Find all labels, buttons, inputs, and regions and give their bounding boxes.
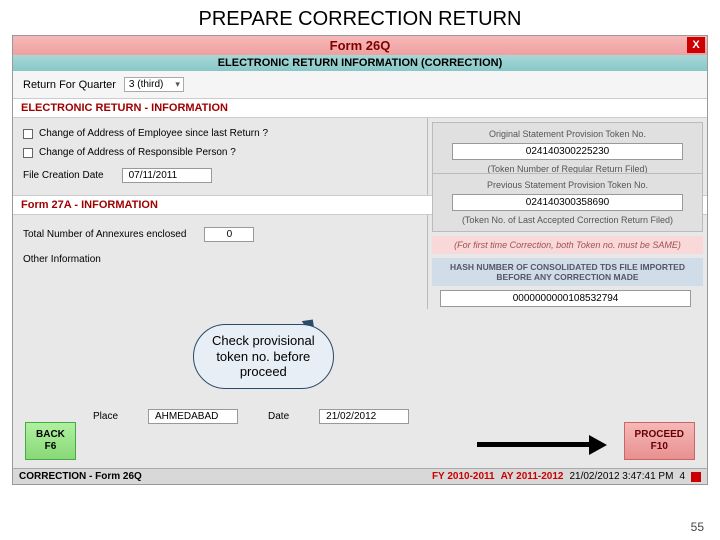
back-button-l2: F6 (36, 441, 65, 453)
date-label: Date (268, 411, 289, 422)
proceed-button[interactable]: PROCEED F10 (624, 422, 695, 460)
f27a-panel: Total Number of Annexures enclosed 0 Oth… (13, 215, 707, 309)
prev-token-box: Previous Statement Provision Token No. 0… (432, 173, 703, 232)
f27a-left: Total Number of Annexures enclosed 0 Oth… (13, 215, 427, 277)
status-num: 4 (679, 471, 685, 482)
arrow-line (477, 442, 591, 447)
chk-employee[interactable] (23, 129, 33, 139)
status-fy: FY 2010-2011 (432, 471, 495, 482)
quarter-label: Return For Quarter (23, 79, 116, 91)
other-info-row: Other Information (23, 248, 417, 271)
annex-input[interactable]: 0 (204, 227, 254, 242)
proceed-button-l1: PROCEED (635, 429, 684, 441)
hash-label: HASH NUMBER OF CONSOLIDATED TDS FILE IMP… (432, 258, 703, 286)
chk-employee-label: Change of Address of Employee since last… (39, 128, 268, 139)
prev-token-note: (Token No. of Last Accepted Correction R… (439, 213, 696, 227)
other-info-label: Other Information (23, 254, 101, 265)
close-button[interactable]: X (687, 37, 705, 53)
arrow-annotation (477, 438, 607, 450)
orig-token-input[interactable]: 024140300225230 (452, 143, 683, 160)
status-left: CORRECTION - Form 26Q (19, 471, 142, 482)
prev-token-input[interactable]: 024140300358690 (452, 194, 683, 211)
callout-line2: token no. before (212, 349, 315, 365)
quarter-dropdown[interactable]: 3 (third) (124, 77, 184, 92)
first-time-note: (For first time Correction, both Token n… (432, 236, 703, 254)
quarter-row: Return For Quarter 3 (third) (13, 71, 707, 98)
place-label: Place (93, 411, 118, 422)
eri-left: Change of Address of Employee since last… (13, 118, 427, 195)
chk-responsible[interactable] (23, 148, 33, 158)
prev-token-label: Previous Statement Provision Token No. (439, 178, 696, 192)
status-timestamp: 21/02/2012 3:47:41 PM (569, 471, 673, 482)
file-date-label: File Creation Date (23, 170, 104, 181)
back-button[interactable]: BACK F6 (25, 422, 76, 460)
file-date-input[interactable]: 07/11/2011 (122, 168, 212, 183)
status-right: FY 2010-2011 AY 2011-2012 21/02/2012 3:4… (432, 471, 701, 482)
form-title: Form 26Q (330, 38, 391, 53)
slide-page-number: 55 (691, 520, 704, 534)
status-ay: AY 2011-2012 (501, 471, 564, 482)
callout-bubble: Check provisional token no. before proce… (193, 324, 334, 389)
f27a-right: Previous Statement Provision Token No. 0… (427, 215, 707, 309)
form-subheader: ELECTRONIC RETURN INFORMATION (CORRECTIO… (13, 55, 707, 71)
callout-line1: Check provisional (212, 333, 315, 349)
status-indicator-icon (691, 472, 701, 482)
app-window: Form 26Q X ELECTRONIC RETURN INFORMATION… (12, 35, 708, 485)
section-electronic-return: ELECTRONIC RETURN - INFORMATION (13, 98, 707, 118)
orig-token-label: Original Statement Provision Token No. (439, 127, 696, 141)
annex-row: Total Number of Annexures enclosed 0 (23, 221, 417, 248)
chk-employee-row: Change of Address of Employee since last… (23, 124, 417, 143)
slide-title: PREPARE CORRECTION RETURN (0, 0, 720, 35)
callout-line3: proceed (212, 364, 315, 380)
form-header: Form 26Q X (13, 36, 707, 55)
back-button-l1: BACK (36, 429, 65, 441)
proceed-button-l2: F10 (635, 441, 684, 453)
chk-responsible-label: Change of Address of Responsible Person … (39, 147, 236, 158)
file-date-row: File Creation Date 07/11/2011 (23, 162, 417, 189)
hash-input[interactable]: 0000000000108532794 (440, 290, 691, 307)
status-bar: CORRECTION - Form 26Q FY 2010-2011 AY 20… (13, 468, 707, 484)
arrow-head-icon (589, 435, 607, 455)
annex-label: Total Number of Annexures enclosed (23, 229, 186, 240)
chk-responsible-row: Change of Address of Responsible Person … (23, 143, 417, 162)
